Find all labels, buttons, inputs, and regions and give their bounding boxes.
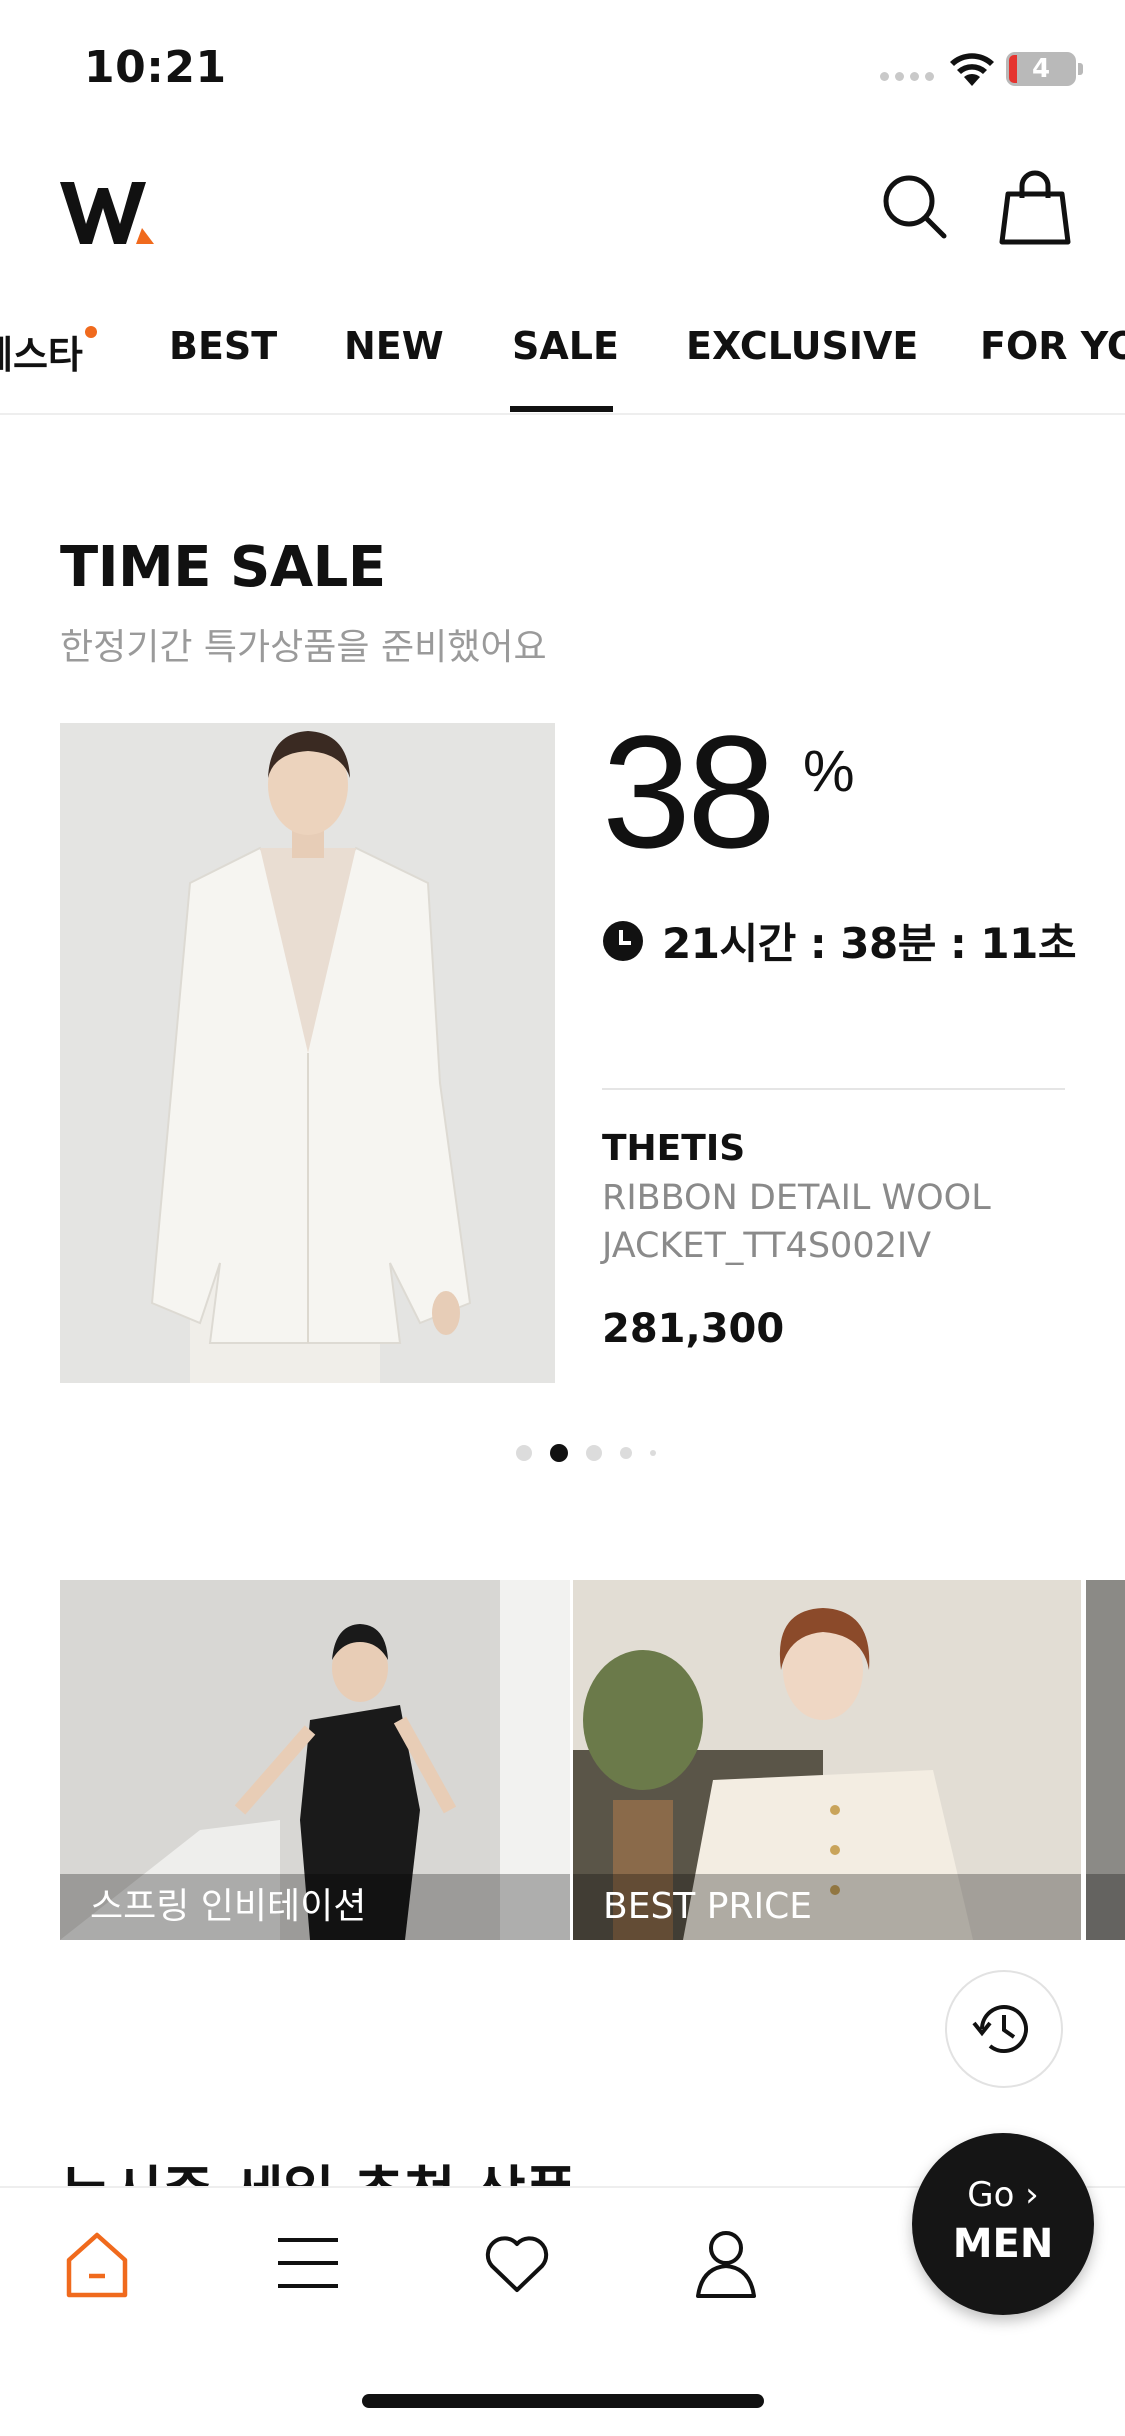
- pager-dot: [650, 1450, 656, 1456]
- banner-next-partial[interactable]: [1086, 1580, 1125, 1940]
- product-name[interactable]: RIBBON DETAIL WOOL JACKET_TT4S002IV: [602, 1174, 1065, 1270]
- divider: [602, 1088, 1065, 1090]
- status-bar: 10:21 4: [0, 0, 1125, 140]
- discount-rate: 38: [602, 702, 776, 881]
- countdown-timer: 21시간 : 38분 : 11초: [602, 910, 1076, 971]
- w-concept-logo[interactable]: [58, 178, 158, 250]
- selected-tab-indicator: [510, 406, 613, 412]
- time-sale-product-image[interactable]: [60, 723, 555, 1383]
- tab-sale[interactable]: SALE: [512, 324, 619, 368]
- history-icon: [972, 2005, 1028, 2054]
- banner-label: BEST PRICE: [573, 1874, 1081, 1940]
- recently-viewed-button[interactable]: [945, 1970, 1063, 2088]
- tab-for-you[interactable]: FOR YOU: [980, 324, 1125, 368]
- carousel-pager: [516, 1444, 656, 1462]
- status-time: 10:21: [84, 42, 227, 93]
- tab-exclusive[interactable]: EXCLUSIVE: [686, 324, 918, 368]
- tab-best[interactable]: BEST: [169, 324, 277, 368]
- battery-cap: [1078, 63, 1083, 75]
- shopping-bag-icon[interactable]: [998, 170, 1072, 246]
- home-indicator: [362, 2394, 764, 2408]
- banner-best-price[interactable]: BEST PRICE: [573, 1580, 1081, 1940]
- pager-dot-active: [550, 1444, 568, 1462]
- banner-spring-invitation[interactable]: 스프링 인비테이션: [60, 1580, 570, 1940]
- home-icon[interactable]: [64, 2230, 130, 2300]
- percent-sign: %: [803, 739, 855, 804]
- user-icon[interactable]: [694, 2228, 758, 2300]
- cellular-signal-icon: [880, 72, 934, 81]
- banner-label: [1086, 1874, 1125, 1940]
- heart-icon[interactable]: [484, 2234, 550, 2294]
- pager-dot: [516, 1445, 532, 1461]
- app-header: [0, 140, 1125, 280]
- go-men-go-label: Go ›: [967, 2175, 1039, 2215]
- search-icon[interactable]: [880, 172, 950, 242]
- pager-dot: [620, 1447, 632, 1459]
- battery-icon: 4: [1006, 52, 1076, 86]
- timer-text: 21시간 : 38분 : 11초: [662, 919, 1076, 968]
- go-men-button[interactable]: Go › MEN: [912, 2133, 1094, 2315]
- tab-festa[interactable]: 페스타: [0, 324, 97, 379]
- product-brand[interactable]: THETIS: [602, 1128, 745, 1169]
- product-price: 281,300: [602, 1306, 785, 1352]
- time-sale-subtitle: 한정기간 특가상품을 준비했어요: [60, 627, 547, 668]
- banner-label: 스프링 인비테이션: [60, 1874, 570, 1940]
- pager-dot: [586, 1445, 602, 1461]
- category-tabs: 페스타 BEST NEW SALE EXCLUSIVE FOR YOU: [0, 300, 1125, 415]
- new-dot-badge: [84, 326, 97, 338]
- tab-new[interactable]: NEW: [344, 324, 444, 368]
- time-sale-title: TIME SALE: [60, 535, 386, 600]
- clock-icon: [603, 920, 643, 961]
- menu-icon[interactable]: [276, 2236, 340, 2290]
- go-men-men-label: MEN: [952, 2221, 1054, 2267]
- wifi-icon: [950, 53, 994, 86]
